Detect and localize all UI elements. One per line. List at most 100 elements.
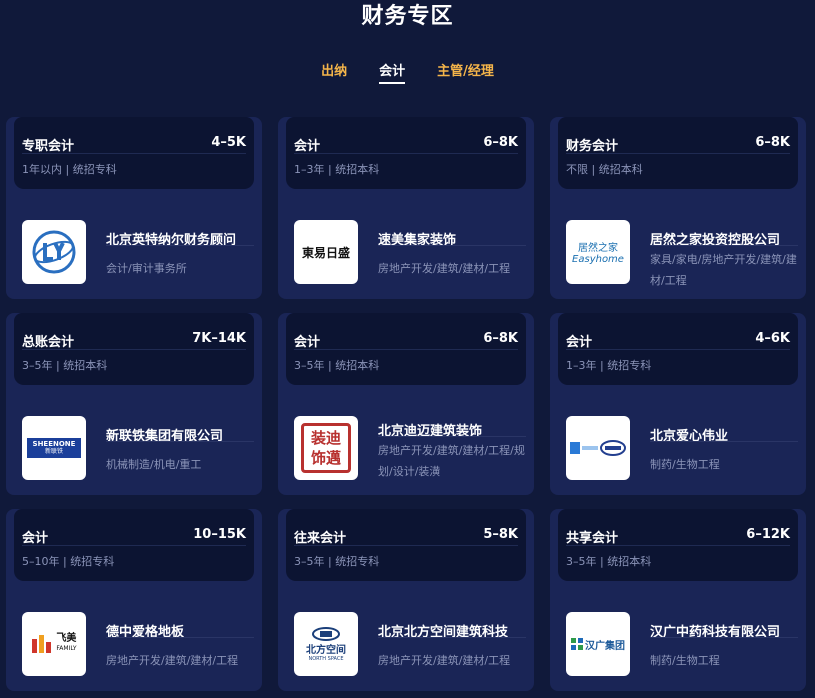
- job-title: 共享会计: [566, 531, 619, 546]
- job-salary: 7K–14K: [192, 331, 246, 346]
- job-requirements: 不限 | 统招本科: [566, 163, 643, 176]
- job-salary: 4–5K: [211, 135, 246, 150]
- divider: [378, 637, 526, 638]
- job-title: 专职会计: [22, 139, 75, 154]
- easyhome-wordmark: Easyhome: [572, 254, 624, 265]
- job-title: 会计: [294, 139, 321, 154]
- company-industry: 房地产开发/建筑/建材/工程: [378, 262, 511, 275]
- page-title: 财务专区: [361, 4, 454, 29]
- job-card[interactable]: 共享会计 6–12K 3–5年 | 统招本科 汉广集团 汉广中药科技有限公司 制…: [550, 509, 806, 691]
- company-industry: 家具/家电/房地产开发/建筑/建材/工程: [650, 253, 797, 287]
- job-salary: 10–15K: [193, 527, 246, 542]
- divider: [106, 637, 254, 638]
- sheenone-chinese: 新联铁: [44, 448, 63, 455]
- job-card[interactable]: 会计 10–15K 5–10年 | 统招专科 飞美 FAMILY 德中爱格地板 …: [6, 509, 262, 691]
- tab-accountant[interactable]: 会计: [379, 60, 406, 84]
- northspace-logo-icon: [312, 626, 340, 641]
- tab-cashier[interactable]: 出纳: [321, 60, 347, 84]
- tab-manager[interactable]: 主管/经理: [437, 60, 494, 84]
- job-header: 会计 6–8K 1–3年 | 统招本科: [286, 117, 526, 189]
- job-salary: 6–12K: [746, 527, 790, 542]
- job-requirements: 1年以内 | 统招专科: [22, 163, 117, 176]
- job-salary: 4–6K: [755, 331, 790, 346]
- job-title: 会计: [294, 335, 321, 350]
- divider: [566, 349, 790, 350]
- sheenone-wordmark: SHEENONE: [32, 440, 76, 448]
- company-logo: 東易日盛: [294, 220, 358, 284]
- easyhome-logo-icon: 居然之家: [578, 243, 618, 254]
- job-title: 往来会计: [294, 531, 347, 546]
- company-industry: 房地产开发/建筑/建材/工程: [106, 654, 239, 667]
- company-industry: 机械制造/机电/重工: [106, 458, 202, 471]
- job-requirements: 3–5年 | 统招本科: [566, 555, 652, 568]
- job-salary: 6–8K: [483, 135, 518, 150]
- job-header: 共享会计 6–12K 3–5年 | 统招本科: [558, 509, 798, 581]
- job-card[interactable]: 往来会计 5–8K 3–5年 | 统招专科 北方空间 NORTH SPACE 北…: [278, 509, 534, 691]
- job-salary: 5–8K: [483, 527, 518, 542]
- job-requirements: 3–5年 | 统招本科: [294, 359, 380, 372]
- sheenone-logo-icon: SHEENONE 新联铁: [27, 438, 81, 458]
- job-card[interactable]: 财务会计 6–8K 不限 | 统招本科 居然之家 Easyhome 居然之家投资…: [550, 117, 806, 299]
- company-logo: 装迪饰邁: [294, 416, 358, 480]
- company-logo: [22, 220, 86, 284]
- hanguang-logo-icon: 汉广集团: [571, 637, 625, 652]
- company-industry: 制药/生物工程: [650, 654, 720, 667]
- feimei-mark-icon: [32, 635, 52, 653]
- job-title: 财务会计: [566, 139, 619, 154]
- divider: [106, 441, 254, 442]
- divider: [22, 349, 246, 350]
- divider: [22, 153, 246, 154]
- job-card[interactable]: 会计 4–6K 1–3年 | 统招专科 北京爱心伟业 制药/生物工程: [550, 313, 806, 495]
- job-requirements: 1–3年 | 统招专科: [566, 359, 652, 372]
- aixin-logo-icon: [570, 440, 626, 456]
- job-card[interactable]: 会计 6–8K 3–5年 | 统招本科 装迪饰邁 北京迪迈建筑装饰 房地产开发/…: [278, 313, 534, 495]
- divider: [566, 545, 790, 546]
- feimei-wordmark: FAMILY: [56, 645, 77, 652]
- job-card[interactable]: 总账会计 7K–14K 3–5年 | 统招本科 SHEENONE 新联铁 新联铁…: [6, 313, 262, 495]
- divider: [22, 545, 246, 546]
- company-logo: [566, 416, 630, 480]
- job-header: 会计 4–6K 1–3年 | 统招专科: [558, 313, 798, 385]
- divider: [650, 637, 798, 638]
- divider: [650, 441, 798, 442]
- company-logo: 飞美 FAMILY: [22, 612, 86, 676]
- company-industry: 房地产开发/建筑/建材/工程: [378, 654, 511, 667]
- feimei-chinese: 飞美: [56, 633, 77, 644]
- company-industry: 会计/审计事务所: [106, 262, 187, 275]
- divider: [294, 545, 518, 546]
- job-header: 专职会计 4–5K 1年以内 | 统招专科: [14, 117, 254, 189]
- divider: [294, 153, 518, 154]
- divider: [378, 245, 526, 246]
- company-logo: 北方空间 NORTH SPACE: [294, 612, 358, 676]
- job-title: 会计: [566, 335, 593, 350]
- job-header: 往来会计 5–8K 3–5年 | 统招专科: [286, 509, 526, 581]
- seal-text: 装迪饰邁: [310, 429, 341, 467]
- job-card[interactable]: 会计 6–8K 1–3年 | 统招本科 東易日盛 速美集家装饰 房地产开发/建筑…: [278, 117, 534, 299]
- job-salary: 6–8K: [755, 135, 790, 150]
- job-title: 总账会计: [22, 335, 75, 350]
- hanguang-chinese: 汉广集团: [585, 640, 625, 652]
- divider: [378, 436, 526, 437]
- company-logo: 居然之家 Easyhome: [566, 220, 630, 284]
- divider: [566, 153, 790, 154]
- lyh-logo-icon: [32, 230, 76, 274]
- divider: [294, 349, 518, 350]
- job-requirements: 3–5年 | 统招本科: [22, 359, 108, 372]
- job-header: 会计 6–8K 3–5年 | 统招本科: [286, 313, 526, 385]
- company-industry: 房地产开发/建筑/建材/工程/规划/设计/装潢: [378, 444, 525, 478]
- job-header: 会计 10–15K 5–10年 | 统招专科: [14, 509, 254, 581]
- northspace-chinese: 北方空间: [306, 644, 346, 656]
- seal-logo-icon: 装迪饰邁: [301, 423, 351, 473]
- job-salary: 6–8K: [483, 331, 518, 346]
- company-logo: 汉广集团: [566, 612, 630, 676]
- job-header: 财务会计 6–8K 不限 | 统招本科: [558, 117, 798, 189]
- northspace-wordmark: NORTH SPACE: [308, 655, 344, 662]
- job-requirements: 3–5年 | 统招专科: [294, 555, 380, 568]
- feimei-logo-icon: 飞美 FAMILY: [31, 633, 77, 655]
- job-header: 总账会计 7K–14K 3–5年 | 统招本科: [14, 313, 254, 385]
- divider: [650, 245, 798, 246]
- job-card[interactable]: 专职会计 4–5K 1年以内 | 统招专科 北京英特纳尔财务顾问 会计/审计事务…: [6, 117, 262, 299]
- company-industry: 制药/生物工程: [650, 458, 720, 471]
- divider: [106, 245, 254, 246]
- job-requirements: 5–10年 | 统招专科: [22, 555, 115, 568]
